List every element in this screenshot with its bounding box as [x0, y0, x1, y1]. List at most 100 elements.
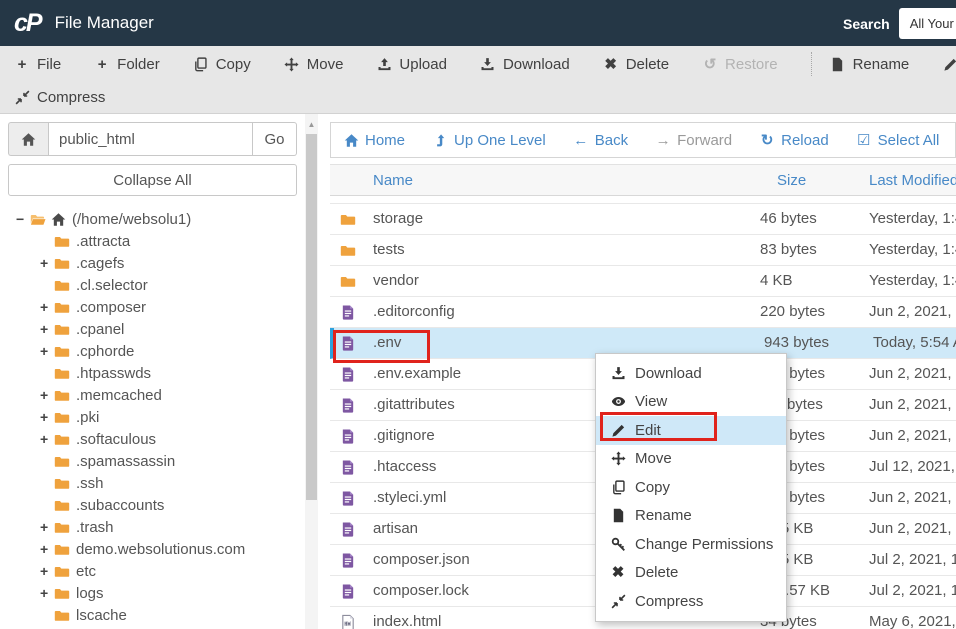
file-name: storage [373, 210, 423, 227]
nav-button-home[interactable]: Home [343, 132, 405, 149]
toolbar-button-label: Folder [117, 56, 160, 73]
tree-expander-icon[interactable]: + [40, 343, 54, 359]
toolbar-button-edit[interactable]: Edit [942, 56, 956, 73]
tree-item-composer[interactable]: +.composer [8, 296, 297, 318]
folder-icon [340, 273, 356, 289]
tree-expander-icon[interactable]: + [40, 519, 54, 535]
html-doc-icon [340, 614, 356, 629]
folder-icon [54, 321, 70, 337]
tree-expander-icon[interactable]: + [40, 585, 54, 601]
tree-item-label: .cagefs [76, 255, 124, 272]
search-scope-select[interactable]: All Your Files [899, 8, 956, 39]
tree-expander-icon[interactable]: + [40, 387, 54, 403]
tree-item-lscache[interactable]: lscache [8, 604, 297, 626]
tree-item-label: (/home/websolu1) [72, 211, 191, 228]
toolbar-button-copy[interactable]: Copy [193, 56, 251, 73]
nav-button-reload[interactable]: ↻Reload [759, 132, 829, 149]
table-row-storage[interactable]: storage46 bytesYesterday, 1:46 PM [330, 204, 956, 235]
home-directory-button[interactable] [8, 122, 48, 156]
tree-item-memcached[interactable]: +.memcached [8, 384, 297, 406]
path-input[interactable] [48, 122, 253, 156]
scroll-up-arrow-icon[interactable]: ▲ [305, 120, 318, 130]
context-menu-item-rename[interactable]: Rename [596, 502, 786, 531]
table-row-editorconfig[interactable]: .editorconfig220 bytesJun 2, 2021, 2:50 … [330, 297, 956, 328]
file-name: index.html [373, 613, 441, 629]
tree-item-trash[interactable]: +.trash [8, 516, 297, 538]
tree-expander-icon[interactable]: + [40, 255, 54, 271]
tree-item-etc[interactable]: +etc [8, 560, 297, 582]
tree-item-logs[interactable]: +logs [8, 582, 297, 604]
file-doc-icon [340, 304, 356, 320]
file-last-modified: Jul 2, 2021, 1:07 PM [869, 582, 956, 599]
tree-item-htpasswds[interactable]: .htpasswds [8, 362, 297, 384]
tree-item-label: .attracta [76, 233, 130, 250]
tree-item-label: .spamassassin [76, 453, 175, 470]
tree-item-label: .cphorde [76, 343, 134, 360]
file-doc-icon [340, 335, 356, 351]
table-row-vendor[interactable]: vendor4 KBYesterday, 1:46 PM [330, 266, 956, 297]
tree-expander-icon[interactable]: + [40, 299, 54, 315]
file-doc-icon [340, 459, 356, 475]
context-menu-item-copy[interactable]: Copy [596, 473, 786, 502]
plus-icon: + [94, 56, 110, 72]
tree-item-label: .cl.selector [76, 277, 148, 294]
tree-item-subaccounts[interactable]: .subaccounts [8, 494, 297, 516]
folder-icon [54, 299, 70, 315]
file-last-modified: Jul 2, 2021, 1:07 PM [869, 551, 956, 568]
context-menu-item-delete[interactable]: ✖Delete [596, 559, 786, 588]
tree-item-cagefs[interactable]: + .cagefs [8, 252, 297, 274]
context-menu-item-move[interactable]: Move [596, 445, 786, 474]
column-header-size[interactable]: Size [777, 172, 806, 189]
table-row-routes[interactable]: routes360 bytesYesterday, 1:46 PM [330, 196, 956, 204]
table-header: Name Size Last Modified [330, 164, 956, 196]
table-row-tests[interactable]: tests83 bytesYesterday, 1:46 PM [330, 235, 956, 266]
tree-expander-icon[interactable]: + [40, 563, 54, 579]
tree-item-home-websolu1[interactable]: − (/home/websolu1) [8, 208, 297, 230]
tree-item-spamassassin[interactable]: .spamassassin [8, 450, 297, 472]
file-doc-icon [340, 552, 356, 568]
toolbar-button-move[interactable]: Move [284, 56, 344, 73]
tree-item-demo-websolutionus-com[interactable]: +demo.websolutionus.com [8, 538, 297, 560]
tree-item-cl-selector[interactable]: .cl.selector [8, 274, 297, 296]
tree-expander-icon[interactable]: + [40, 409, 54, 425]
toolbar-button-upload[interactable]: Upload [376, 56, 447, 73]
column-header-name[interactable]: Name [373, 172, 413, 189]
tree-item-softaculous[interactable]: +.softaculous [8, 428, 297, 450]
content: Go Collapse All − (/home/websolu1) .attrac… [0, 114, 956, 629]
sidebar-scrollbar[interactable]: ▲ [305, 114, 318, 629]
tree-expander-icon[interactable]: − [16, 211, 30, 227]
tree-item-cphorde[interactable]: + .cphorde [8, 340, 297, 362]
tree-item-ssh[interactable]: .ssh [8, 472, 297, 494]
context-menu-item-edit[interactable]: Edit [596, 416, 786, 445]
file-last-modified: Today, 5:54 AM [873, 334, 956, 351]
nav-button-select-all[interactable]: ☑Select All [856, 132, 940, 149]
toolbar-button-delete[interactable]: ✖Delete [603, 56, 669, 73]
tree-expander-icon[interactable]: + [40, 321, 54, 337]
tree-item-label: .cpanel [76, 321, 124, 338]
file-name: .editorconfig [373, 303, 455, 320]
tree-expander-icon[interactable]: + [40, 431, 54, 447]
toolbar-button-folder[interactable]: + Folder [94, 56, 160, 73]
context-menu-item-compress[interactable]: Compress [596, 587, 786, 616]
nav-button-back[interactable]: ←Back [573, 132, 628, 149]
toolbar-button-compress[interactable]: Compress [14, 89, 105, 106]
toolbar-button-label: Copy [216, 56, 251, 73]
toolbar-button-download[interactable]: Download [480, 56, 570, 73]
toolbar-button-rename[interactable]: Rename [830, 56, 910, 73]
tree-item-cpanel[interactable]: + .cpanel [8, 318, 297, 340]
file-last-modified: Jun 2, 2021, 2:50 PM [869, 303, 956, 320]
column-header-last-modified[interactable]: Last Modified [869, 172, 956, 189]
toolbar-button-label: Rename [853, 56, 910, 73]
go-button[interactable]: Go [253, 122, 297, 156]
scrollbar-thumb[interactable] [306, 134, 317, 500]
nav-button-up-one-level[interactable]: Up One Level [432, 132, 546, 149]
context-menu-item-change-permissions[interactable]: Change Permissions [596, 530, 786, 559]
tree-expander-icon[interactable]: + [40, 541, 54, 557]
context-menu-item-download[interactable]: Download [596, 359, 786, 388]
context-menu-item-view[interactable]: View [596, 388, 786, 417]
toolbar-button-file[interactable]: +File [14, 56, 61, 73]
tree-item-pki[interactable]: +.pki [8, 406, 297, 428]
collapse-all-button[interactable]: Collapse All [8, 164, 297, 196]
forward-icon: → [655, 132, 671, 148]
tree-item-attracta[interactable]: .attracta [8, 230, 297, 252]
